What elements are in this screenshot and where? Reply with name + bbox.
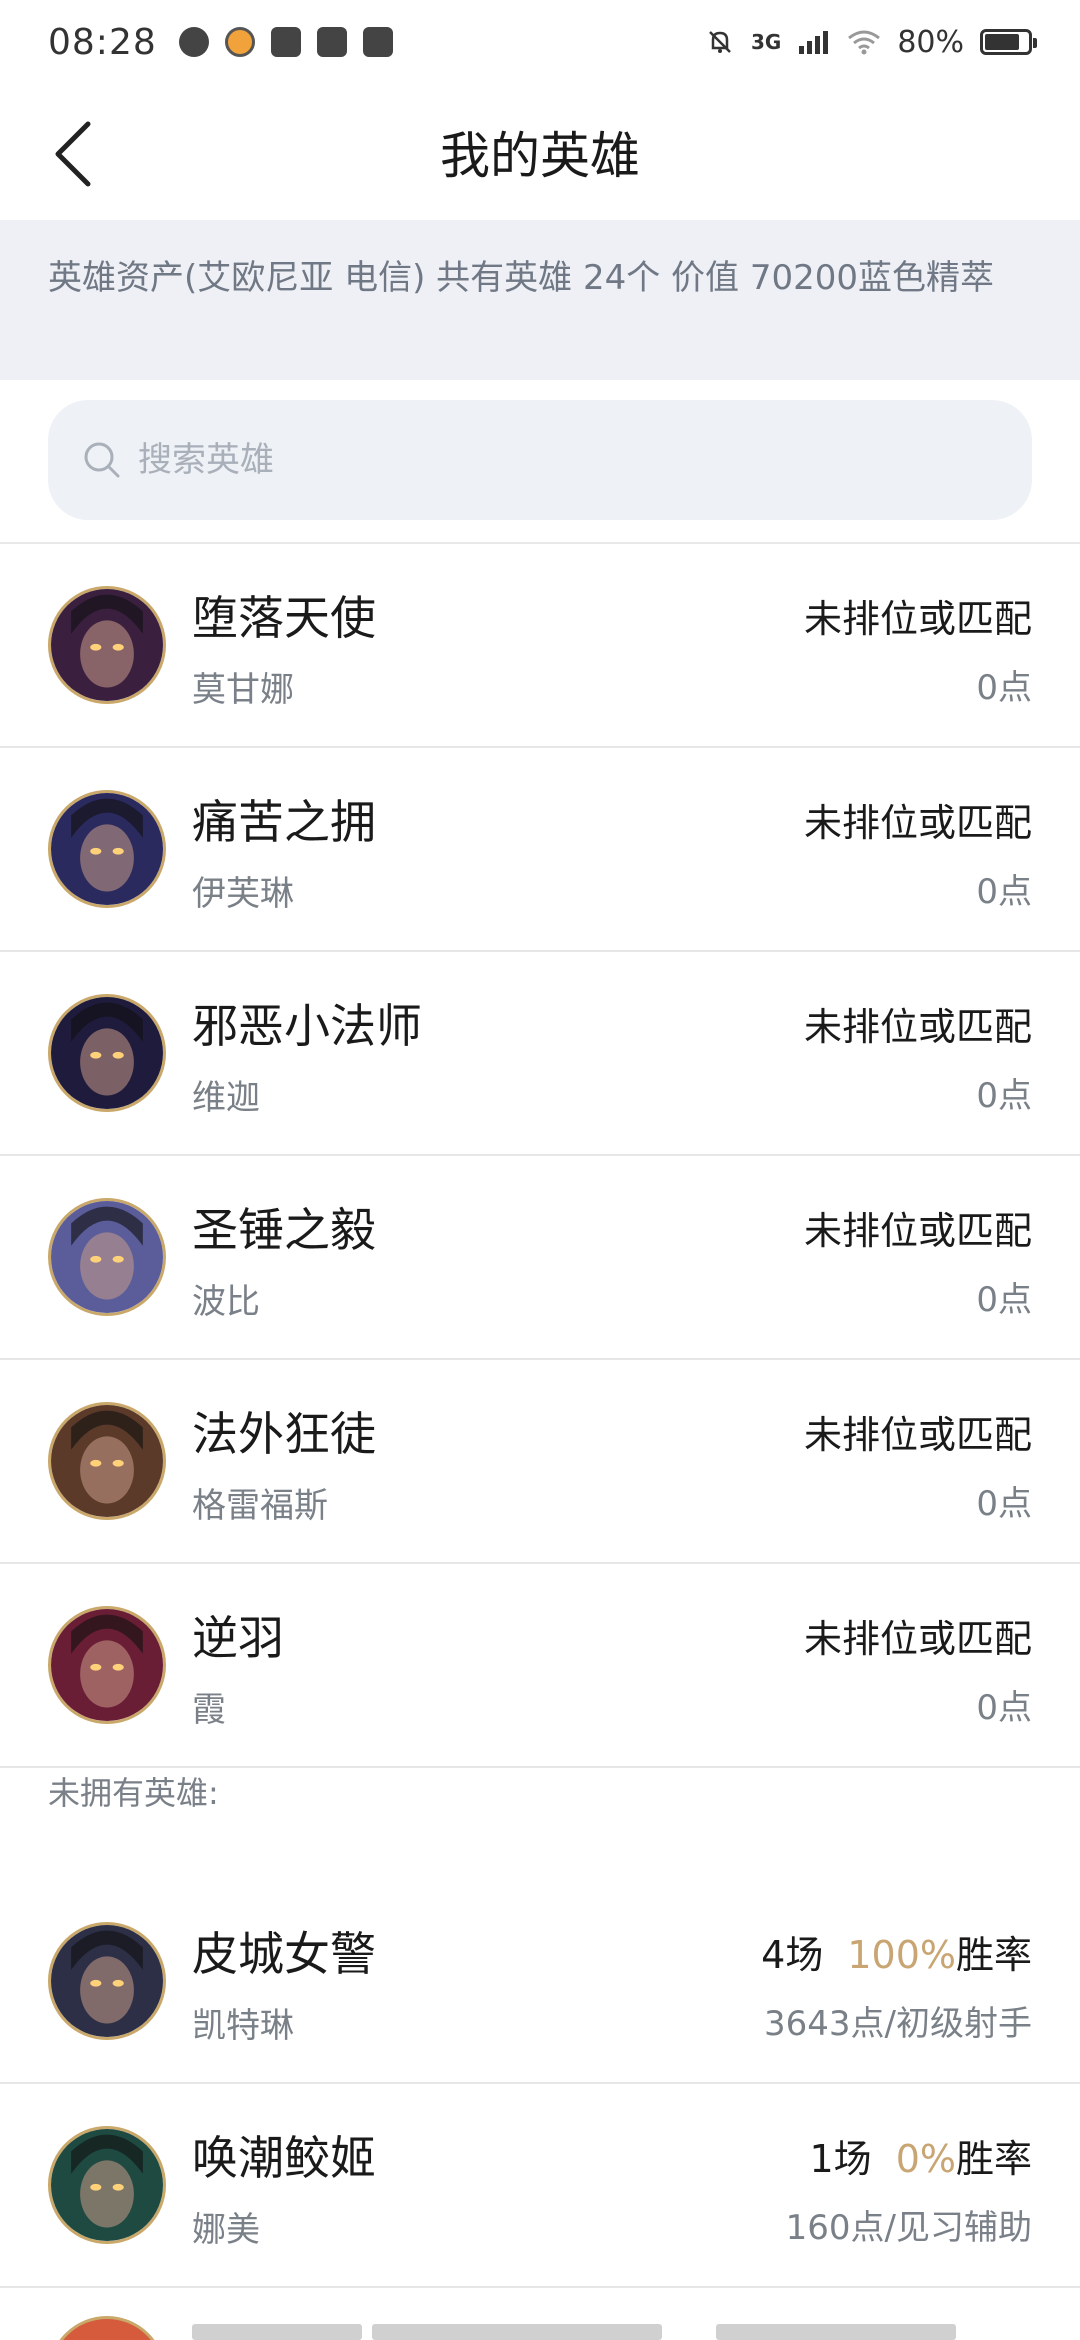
hero-title: 圣锤之毅 (192, 1203, 376, 1257)
rank-status: 未排位或匹配 (803, 1617, 1032, 1661)
games-played: 1场 (809, 2137, 872, 2181)
coin-app-icon (224, 27, 255, 57)
list-item[interactable]: 皮城女警凯特琳 4场 100% 胜率 3643点/初级射手 (0, 1880, 1080, 2084)
rank-status: 未排位或匹配 (803, 597, 1032, 641)
points-tier: 160点/见习辅助 (785, 2208, 1032, 2248)
network-type: 3G (750, 30, 782, 54)
hero-stats: 4场 100% 胜率 (761, 1924, 1032, 1979)
list-item[interactable]: 痛苦之拥伊芙琳 未排位或匹配 0点 (0, 748, 1080, 952)
search-box[interactable] (48, 400, 1032, 520)
avatar (48, 1922, 166, 2040)
hero-portrait (51, 1609, 163, 1721)
avatar (48, 2316, 166, 2340)
message-icon (178, 27, 209, 57)
avatar (48, 1198, 166, 1316)
hero-portrait (51, 1925, 163, 2037)
hero-portrait (51, 997, 163, 1109)
owned-hero-list: 堕落天使 莫甘娜 未排位或匹配 0点 痛苦之拥 伊芙琳 未排位或匹配 0点 邪恶小法师 维迦 未排位… (0, 544, 1080, 1768)
hero-name: 维迦 (192, 1078, 260, 1118)
tieba-icon (316, 27, 347, 57)
cut-text (372, 2324, 662, 2340)
avatar (48, 1402, 166, 1520)
assets-summary: 英雄资产(艾欧尼亚 电信) 共有英雄 24个 价值 70200蓝色精萃 (0, 220, 1080, 380)
hero-name: 波比 (192, 1282, 260, 1322)
hero-stats: 1场 0% 胜率 (810, 2128, 1033, 2183)
cut-text (716, 2324, 956, 2340)
hero-title: 唤潮鲛姬 (192, 2131, 376, 2185)
status-right: 3G 80% (705, 24, 1037, 60)
hero-portrait (51, 2129, 163, 2241)
win-rate-label: 胜率 (955, 1933, 1032, 1977)
list-item[interactable]: 逆羽霞 未排位或匹配 0点 (0, 1564, 1080, 1768)
points-tier: 3643点/初级射手 (764, 2004, 1032, 2044)
list-item[interactable]: 唤潮鲛姬娜美 1场 0% 胜率 160点/见习辅助 (0, 2084, 1080, 2288)
mute-bell-icon (709, 31, 731, 53)
list-item[interactable]: 邪恶小法师维迦 未排位或匹配 0点 (0, 952, 1080, 1156)
avatar (48, 1606, 166, 1724)
mail-icon (270, 27, 301, 57)
mastery-points: 0点 (976, 1076, 1032, 1116)
rank-status: 未排位或匹配 (803, 1005, 1032, 1049)
mastery-points: 0点 (976, 1280, 1032, 1320)
book-icon (362, 27, 393, 57)
search-icon (84, 442, 120, 478)
back-button[interactable] (40, 118, 104, 190)
status-time: 08:28 (48, 21, 157, 63)
battery-percent: 80% (897, 24, 964, 60)
unowned-hero-list: 皮城女警 凯特琳 4场 100% 胜率 3643点/初级射手 唤潮鲛姬 娜美 1场 0% 胜率 160… (0, 1880, 1080, 2288)
hero-title: 邪恶小法师 (192, 999, 422, 1053)
win-rate: 0% (895, 2137, 956, 2181)
page-title: 我的英雄 (440, 127, 640, 185)
partial-list-item[interactable] (0, 2288, 1080, 2340)
hero-name: 霞 (192, 1690, 226, 1730)
hero-name: 伊芙琳 (192, 874, 294, 914)
win-rate-label: 胜率 (955, 2137, 1032, 2181)
hero-title: 痛苦之拥 (192, 795, 376, 849)
assets-text: 英雄资产(艾欧尼亚 电信) 共有英雄 24个 价值 70200蓝色精萃 (48, 258, 994, 298)
list-item[interactable]: 圣锤之毅波比 未排位或匹配 0点 (0, 1156, 1080, 1360)
avatar (48, 586, 166, 704)
notification-icons (178, 27, 393, 57)
win-rate: 100% (847, 1933, 956, 1977)
mastery-points: 0点 (976, 1688, 1032, 1728)
mastery-points: 0点 (976, 668, 1032, 708)
chevron-left-icon (55, 121, 91, 187)
unowned-section-label: 未拥有英雄: (48, 1774, 219, 1812)
hero-name: 娜美 (192, 2210, 260, 2250)
cut-text (192, 2324, 362, 2340)
hero-title: 法外狂徒 (192, 1407, 376, 1461)
hero-name: 格雷福斯 (192, 1486, 328, 1526)
battery-fill (985, 34, 1019, 50)
rank-status: 未排位或匹配 (803, 801, 1032, 845)
battery-icon (980, 29, 1037, 55)
list-item[interactable]: 法外狂徒格雷福斯 未排位或匹配 0点 (0, 1360, 1080, 1564)
status-bar: 08:28 3G 80% (0, 0, 1080, 84)
hero-name: 莫甘娜 (192, 670, 294, 710)
hero-title: 皮城女警 (192, 1927, 376, 1981)
hero-portrait (51, 589, 163, 701)
hero-title: 堕落天使 (192, 591, 376, 645)
hero-name: 凯特琳 (192, 2006, 294, 2046)
games-played: 4场 (761, 1933, 824, 1977)
hero-portrait (51, 1405, 163, 1517)
avatar (48, 790, 166, 908)
hero-portrait (51, 1201, 163, 1313)
mastery-points: 0点 (976, 872, 1032, 912)
nav-bar: 我的英雄 (0, 84, 1080, 220)
wifi-icon (848, 30, 881, 55)
hero-title: 逆羽 (192, 1611, 284, 1665)
avatar (48, 2126, 166, 2244)
hero-portrait (51, 793, 163, 905)
avatar (48, 994, 166, 1112)
mastery-points: 0点 (976, 1484, 1032, 1524)
list-item[interactable]: 堕落天使莫甘娜 未排位或匹配 0点 (0, 544, 1080, 748)
search-input[interactable] (138, 440, 938, 480)
signal-icon (799, 31, 829, 54)
rank-status: 未排位或匹配 (803, 1209, 1032, 1253)
rank-status: 未排位或匹配 (803, 1413, 1032, 1457)
